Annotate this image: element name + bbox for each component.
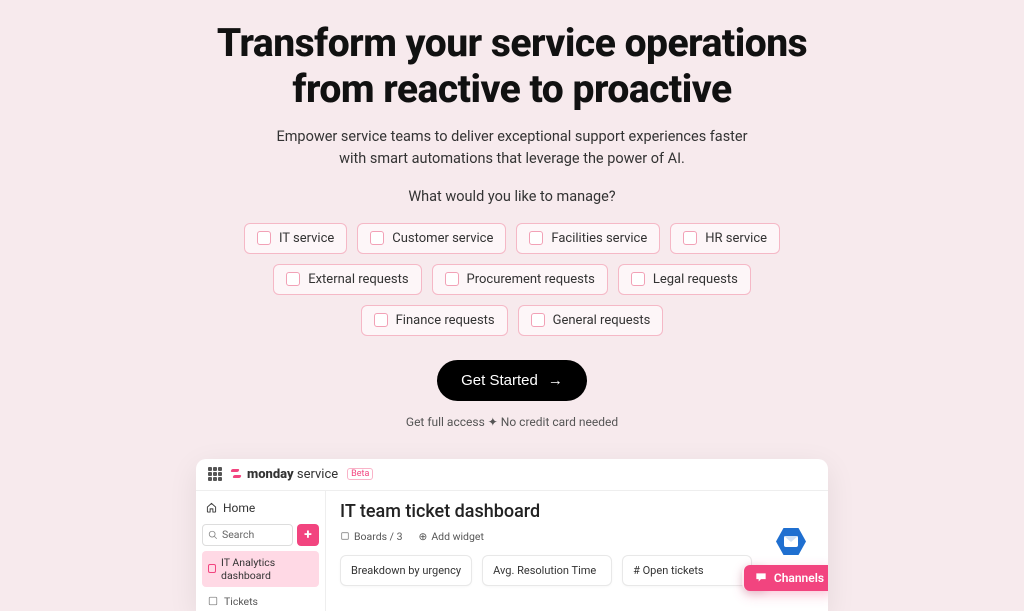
checkbox-icon bbox=[529, 231, 543, 245]
search-input[interactable]: Search bbox=[202, 524, 293, 546]
checkbox-icon bbox=[531, 313, 545, 327]
dashboard-icon bbox=[208, 564, 216, 573]
category-chip[interactable]: General requests bbox=[518, 305, 664, 336]
checkbox-icon bbox=[370, 231, 384, 245]
category-chip[interactable]: Legal requests bbox=[618, 264, 751, 295]
plus-icon: ⊕ bbox=[419, 530, 428, 543]
category-chip[interactable]: Customer service bbox=[357, 223, 506, 254]
category-chip[interactable]: Finance requests bbox=[361, 305, 508, 336]
beta-badge: Beta bbox=[347, 468, 373, 480]
get-started-button[interactable]: Get Started → bbox=[437, 360, 587, 401]
home-icon bbox=[206, 502, 217, 513]
category-chip[interactable]: Procurement requests bbox=[432, 264, 608, 295]
hero-subtitle: Empower service teams to deliver excepti… bbox=[0, 126, 1024, 170]
hero-title-line2: from reactive to proactive bbox=[292, 66, 731, 112]
sidebar-item-it-analytics[interactable]: IT Analytics dashboard bbox=[202, 551, 319, 587]
chip-label: Procurement requests bbox=[467, 272, 595, 287]
outlook-badge bbox=[776, 527, 806, 557]
checkbox-icon bbox=[374, 313, 388, 327]
chip-label: Finance requests bbox=[396, 313, 495, 328]
add-widget-button[interactable]: ⊕ Add widget bbox=[419, 530, 484, 543]
category-chip[interactable]: Facilities service bbox=[516, 223, 660, 254]
brand: monday service Beta bbox=[230, 467, 373, 482]
fineprint: Get full access ✦ No credit card needed bbox=[0, 415, 1024, 429]
sidebar: Home Search + IT Analytics dashboard Tic… bbox=[196, 491, 326, 611]
app-preview: monday service Beta Home Search + IT Ana… bbox=[196, 459, 828, 611]
dashboard-card[interactable]: # Open tickets bbox=[622, 555, 752, 586]
channels-button[interactable]: Channels bbox=[744, 565, 828, 591]
checkbox-icon bbox=[631, 272, 645, 286]
add-button[interactable]: + bbox=[297, 524, 319, 546]
dashboard-card[interactable]: Avg. Resolution Time bbox=[482, 555, 612, 586]
channels-icon bbox=[754, 571, 768, 585]
hero-prompt: What would you like to manage? bbox=[0, 188, 1024, 205]
monday-logo-icon bbox=[230, 467, 242, 481]
sidebar-item-tickets[interactable]: Tickets bbox=[202, 592, 319, 611]
arrow-right-icon: → bbox=[548, 372, 563, 389]
chip-label: Customer service bbox=[392, 231, 493, 246]
category-chip[interactable]: External requests bbox=[273, 264, 421, 295]
chip-label: Legal requests bbox=[653, 272, 738, 287]
board-icon bbox=[208, 596, 218, 606]
outlook-icon bbox=[776, 527, 806, 557]
search-icon bbox=[208, 530, 218, 540]
dashboard-card[interactable]: Breakdown by urgency bbox=[340, 555, 472, 586]
category-chip[interactable]: HR service bbox=[670, 223, 780, 254]
category-chips: IT service Customer service Facilities ser… bbox=[202, 223, 822, 336]
checkbox-icon bbox=[286, 272, 300, 286]
chip-label: IT service bbox=[279, 231, 334, 246]
app-main: IT team ticket dashboard Boards / 3 ⊕ Ad… bbox=[326, 491, 828, 611]
app-topbar: monday service Beta bbox=[196, 459, 828, 491]
chip-label: External requests bbox=[308, 272, 408, 287]
chip-label: General requests bbox=[553, 313, 651, 328]
hero-title-line1: Transform your service operations bbox=[217, 20, 807, 66]
hero-title: Transform your service operations from r… bbox=[0, 20, 1024, 112]
apps-grid-icon[interactable] bbox=[208, 467, 222, 481]
checkbox-icon bbox=[257, 231, 271, 245]
checkbox-icon bbox=[683, 231, 697, 245]
chip-label: Facilities service bbox=[551, 231, 647, 246]
chip-label: HR service bbox=[705, 231, 767, 246]
cta-label: Get Started bbox=[461, 372, 538, 389]
boards-count[interactable]: Boards / 3 bbox=[340, 530, 403, 543]
category-chip[interactable]: IT service bbox=[244, 223, 347, 254]
dashboard-title: IT team ticket dashboard bbox=[340, 501, 814, 522]
sidebar-item-home[interactable]: Home bbox=[202, 497, 319, 519]
checkbox-icon bbox=[445, 272, 459, 286]
